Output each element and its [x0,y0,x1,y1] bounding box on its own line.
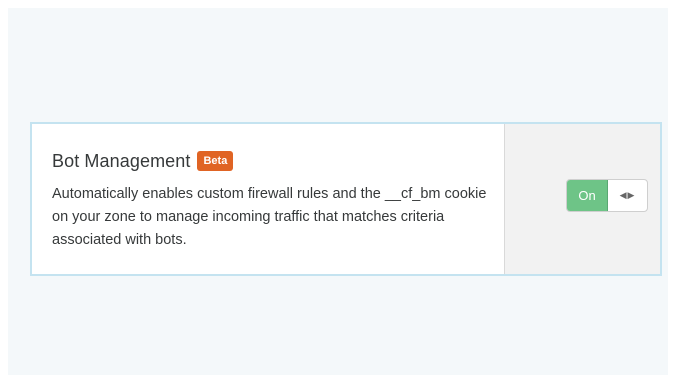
toggle-state-label[interactable]: On [567,180,608,211]
card-content: Bot Management Beta Automatically enable… [32,124,505,274]
card-control-panel: On ◀▶ [505,124,660,274]
drag-arrows-icon[interactable]: ◀▶ [608,180,647,211]
card-description: Automatically enables custom firewall ru… [52,186,487,248]
bot-management-toggle[interactable]: On ◀▶ [566,179,648,212]
card-title: Bot Management [52,150,191,171]
beta-badge: Beta [197,151,234,171]
title-row: Bot Management Beta [52,148,484,174]
bot-management-card: Bot Management Beta Automatically enable… [30,122,662,276]
